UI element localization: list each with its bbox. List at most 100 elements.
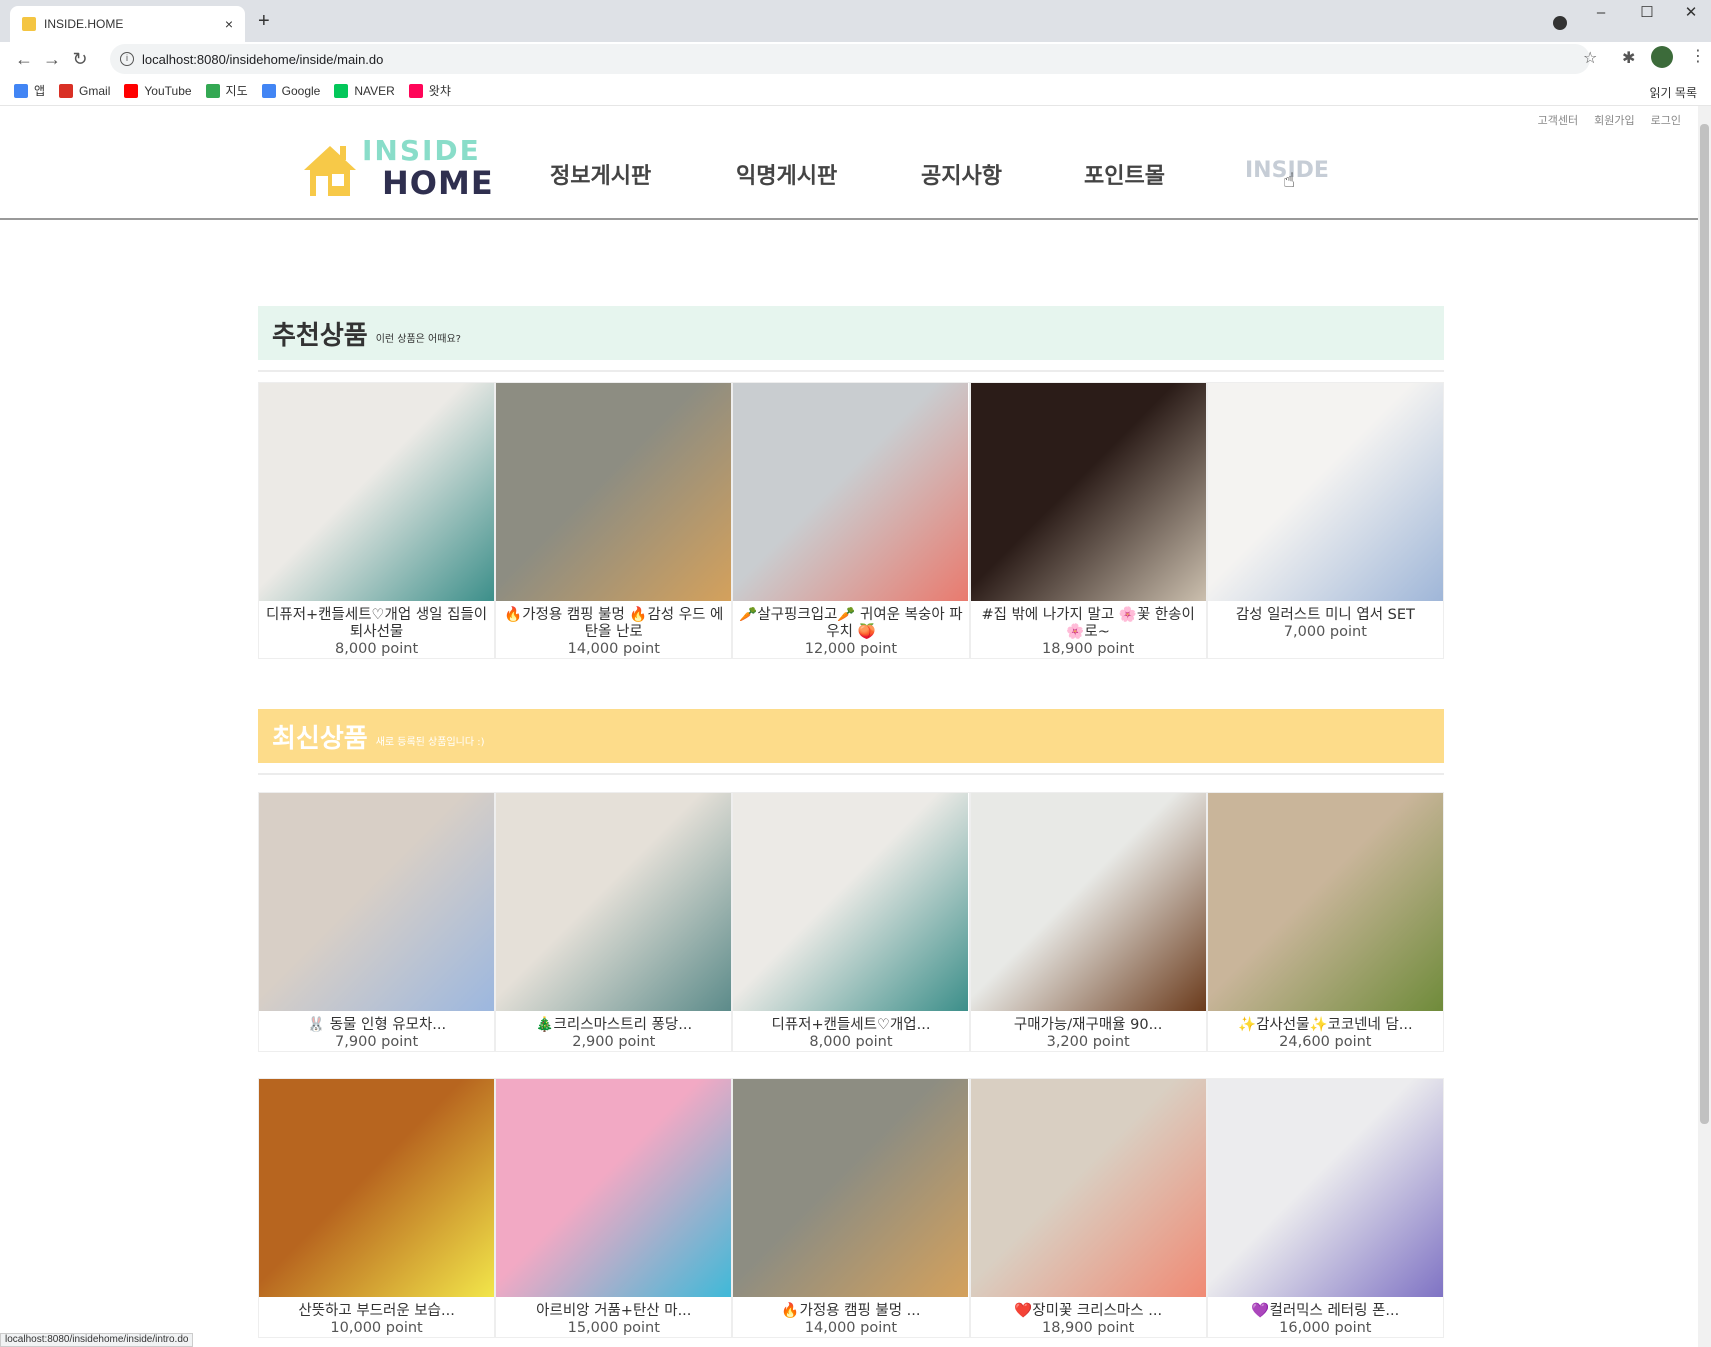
product-image-bath-bombs[interactable] <box>496 1079 732 1297</box>
bookmark-item[interactable]: 지도 <box>205 82 248 99</box>
nav-anonymous-board[interactable]: 익명게시판 <box>736 158 837 190</box>
product-title[interactable]: #집 밖에 나가지 말고 🌸꽃 한송이🌸로~ <box>971 601 1206 641</box>
signup-link[interactable]: 회원가입 <box>1594 112 1634 128</box>
tab-close-icon[interactable]: × <box>225 16 233 32</box>
bookmark-label: 왓챠 <box>428 84 451 98</box>
status-bar-url: localhost:8080/insidehome/inside/intro.d… <box>0 1333 194 1347</box>
product-card[interactable]: 🐰 동물 인형 유모차... 7,900 point <box>258 792 496 1052</box>
product-price: 7,000 point <box>1283 624 1367 640</box>
product-image-diffuser[interactable] <box>259 383 495 601</box>
browser-menu-icon[interactable]: ⋮ <box>1690 46 1706 65</box>
product-card[interactable]: 구매가능/재구매율 90... 3,200 point <box>969 792 1207 1052</box>
reading-list-button[interactable]: 읽기 목록 <box>1650 84 1698 101</box>
minimize-button[interactable]: – <box>1578 0 1624 30</box>
product-title[interactable]: 🔥가정용 캠핑 불멍 🔥감성 우드 에탄올 난로 <box>496 601 731 641</box>
recommended-subtitle: 이런 상품은 어때요? <box>375 333 461 345</box>
customer-center-link[interactable]: 고객센터 <box>1538 112 1578 128</box>
google-icon <box>261 83 276 98</box>
product-image-xmas-candle[interactable] <box>496 793 732 1011</box>
product-title[interactable]: 아르비앙 거품+탄산 마... <box>534 1297 693 1320</box>
latest-products-grid-row1: 🐰 동물 인형 유모차... 7,900 point 🎄크리스마스트리 퐁당... 2… <box>258 792 1444 1052</box>
product-title[interactable]: 구매가능/재구매율 90... <box>1012 1011 1165 1034</box>
tab-strip: INSIDE.HOME × + – ☐ ✕ <box>0 0 1711 42</box>
product-card[interactable]: 감성 일러스트 미니 엽서 SET 7,000 point <box>1206 382 1444 659</box>
watcha-icon <box>408 83 423 98</box>
nav-notice[interactable]: 공지사항 <box>921 158 1002 190</box>
product-title[interactable]: ❤️장미꽃 크리스마스 ... <box>1012 1297 1164 1320</box>
bookmark-item[interactable]: NAVER <box>334 83 395 98</box>
bookmark-item[interactable]: 앱 <box>14 82 45 99</box>
bookmark-label: YouTube <box>144 83 192 98</box>
product-title[interactable]: 🔥가정용 캠핑 불멍 ... <box>779 1297 922 1320</box>
youtube-icon <box>124 83 139 98</box>
product-card[interactable]: 🔥가정용 캠핑 불멍 ... 14,000 point <box>732 1078 970 1338</box>
product-price: 2,900 point <box>572 1034 656 1050</box>
product-title[interactable]: 디퓨저+캔들세트♡개업 생일 집들이 퇴사선물 <box>259 601 494 641</box>
extensions-puzzle-icon[interactable]: ✱ <box>1622 48 1635 67</box>
hand-cursor-icon: ☝ <box>1283 168 1296 192</box>
product-title[interactable]: 💜컬러믹스 레터링 폰... <box>1249 1297 1401 1320</box>
bookmark-item[interactable]: 왓챠 <box>408 82 451 99</box>
back-arrow-icon[interactable]: ← <box>10 49 38 70</box>
product-image-rose-bear[interactable] <box>970 1079 1206 1297</box>
product-image-blanket[interactable] <box>1207 793 1443 1011</box>
product-image-diffuser[interactable] <box>733 793 969 1011</box>
product-image-peach-pouch[interactable] <box>733 383 969 601</box>
product-image-lotion[interactable] <box>259 1079 495 1297</box>
product-image-animal-dolls[interactable] <box>259 793 495 1011</box>
product-title[interactable]: ✨감사선물✨코코넨네 담... <box>1236 1011 1415 1034</box>
incognito-indicator-icon[interactable] <box>1553 16 1567 30</box>
site-logo[interactable]: INSIDE HOME <box>300 130 493 202</box>
product-card[interactable]: 🎄크리스마스트리 퐁당... 2,900 point <box>495 792 733 1052</box>
product-image-ethanol-burner[interactable] <box>733 1079 969 1297</box>
product-title[interactable]: 🐰 동물 인형 유모차... <box>305 1011 448 1034</box>
product-card[interactable]: ❤️장미꽃 크리스마스 ... 18,900 point <box>969 1078 1207 1338</box>
product-title[interactable]: 산뜻하고 부드러운 보습... <box>296 1297 456 1320</box>
product-card[interactable]: #집 밖에 나가지 말고 🌸꽃 한송이🌸로~ 18,900 point <box>969 382 1207 659</box>
product-card[interactable]: 💜컬러믹스 레터링 폰... 16,000 point <box>1206 1078 1444 1338</box>
product-card[interactable]: 🔥가정용 캠핑 불멍 🔥감성 우드 에탄올 난로 14,000 point <box>495 382 733 659</box>
product-card[interactable]: 🥕살구핑크입고🥕 귀여운 복숭아 파우치 🍑 12,000 point <box>732 382 970 659</box>
product-card[interactable]: ✨감사선물✨코코넨네 담... 24,600 point <box>1206 792 1444 1052</box>
product-card[interactable]: 디퓨저+캔들세트♡개업... 8,000 point <box>732 792 970 1052</box>
bookmark-item[interactable]: Gmail <box>59 83 110 98</box>
site-info-icon[interactable]: i <box>120 52 134 66</box>
product-title[interactable]: 🥕살구핑크입고🥕 귀여운 복숭아 파우치 🍑 <box>733 601 968 641</box>
nav-info-board[interactable]: 정보게시판 <box>550 158 651 190</box>
profile-avatar[interactable] <box>1651 46 1673 68</box>
bookmark-star-icon[interactable]: ☆ <box>1583 48 1597 67</box>
forward-arrow-icon[interactable]: → <box>38 49 66 70</box>
bookmark-item[interactable]: YouTube <box>124 83 192 98</box>
new-tab-button[interactable]: + <box>258 10 270 33</box>
product-price: 18,900 point <box>1041 641 1135 657</box>
product-title[interactable]: 🎄크리스마스트리 퐁당... <box>534 1011 695 1034</box>
product-card[interactable]: 디퓨저+캔들세트♡개업 생일 집들이 퇴사선물 8,000 point <box>258 382 496 659</box>
naver-icon <box>334 83 349 98</box>
product-price: 12,000 point <box>804 641 898 657</box>
browser-tab[interactable]: INSIDE.HOME × <box>10 6 245 42</box>
reload-icon[interactable]: ↻ <box>66 49 94 70</box>
product-title[interactable]: 디퓨저+캔들세트♡개업... <box>769 1011 932 1034</box>
product-price: 8,000 point <box>335 641 419 657</box>
url-text: localhost:8080/insidehome/inside/main.do <box>142 51 384 67</box>
bookmark-item[interactable]: Google <box>261 83 320 98</box>
login-link[interactable]: 로그인 <box>1651 112 1681 128</box>
page-scrollbar[interactable] <box>1698 106 1711 1347</box>
product-card[interactable]: 아르비앙 거품+탄산 마... 15,000 point <box>495 1078 733 1338</box>
recommended-section-header: 추천상품 이런 상품은 어때요? <box>258 306 1444 360</box>
product-title[interactable]: 감성 일러스트 미니 엽서 SET <box>1234 601 1417 624</box>
divider <box>258 370 1444 372</box>
product-image-ethanol-burner[interactable] <box>496 383 732 601</box>
maximize-button[interactable]: ☐ <box>1624 0 1670 30</box>
product-image-phone-cases[interactable] <box>1207 1079 1443 1297</box>
product-image-amber-bottles[interactable] <box>970 793 1206 1011</box>
product-image-postcards[interactable] <box>1207 383 1443 601</box>
nav-point-mall[interactable]: 포인트몰 <box>1084 158 1165 190</box>
product-card[interactable]: 산뜻하고 부드러운 보습... 10,000 point <box>258 1078 496 1338</box>
product-image-flower-bottle[interactable] <box>970 383 1206 601</box>
product-price: 24,600 point <box>1279 1034 1372 1050</box>
close-window-button[interactable]: ✕ <box>1668 0 1711 30</box>
bookmark-label: 앱 <box>34 84 46 98</box>
address-bar[interactable]: i localhost:8080/insidehome/inside/main.… <box>110 44 1590 74</box>
scrollbar-thumb[interactable] <box>1700 124 1709 1124</box>
